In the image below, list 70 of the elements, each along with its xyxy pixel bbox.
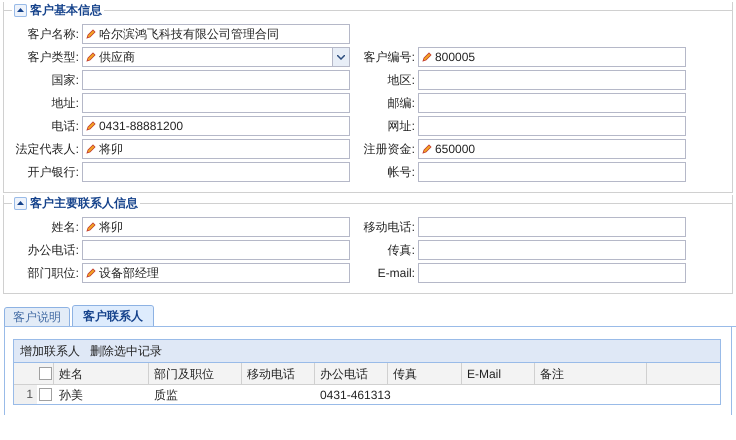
triangle-up-icon	[17, 201, 24, 205]
checkbox[interactable]	[39, 388, 52, 401]
field-label: 地区:	[386, 72, 416, 89]
input-field[interactable]: 0431-88881200	[82, 116, 350, 136]
input-field[interactable]	[82, 70, 350, 90]
pencil-icon	[86, 52, 96, 62]
collapse-button[interactable]	[14, 196, 27, 210]
field-label: 帐号:	[386, 164, 416, 181]
field-label: 地址:	[50, 95, 80, 112]
pencil-icon	[86, 268, 96, 278]
input-field[interactable]	[418, 116, 686, 136]
toolbar-button[interactable]: 增加联系人	[20, 342, 80, 360]
checkbox[interactable]	[38, 367, 52, 380]
column-header[interactable]: 办公电话	[315, 363, 388, 384]
input-field[interactable]	[418, 217, 686, 237]
input-field[interactable]	[82, 240, 350, 260]
column-header[interactable]: 部门及职位	[149, 363, 242, 384]
input-field[interactable]	[82, 93, 350, 113]
input-field[interactable]: 650000	[418, 139, 686, 159]
collapse-button[interactable]	[14, 4, 27, 16]
column-header[interactable]: 移动电话	[242, 363, 315, 384]
column-header[interactable]: 传真	[388, 363, 462, 384]
input-field[interactable]	[418, 240, 686, 260]
column-header[interactable]: E-Mail	[462, 363, 535, 384]
field-label: 传真:	[386, 242, 416, 259]
table-cell-text: 孙美	[59, 386, 83, 404]
pencil-icon	[422, 144, 432, 154]
column-header[interactable]: 姓名	[54, 363, 149, 384]
pencil-icon	[86, 29, 96, 39]
section-title: 客户主要联系人信息	[30, 195, 138, 212]
field-label: E-mail:	[376, 265, 416, 282]
chevron-down-icon	[337, 54, 345, 60]
table-cell-text: 质监	[154, 386, 178, 404]
field-label: 移动电话:	[362, 219, 416, 236]
toolbar-button[interactable]: 删除选中记录	[90, 342, 162, 360]
tab[interactable]: 客户说明	[4, 307, 70, 326]
input-field[interactable]: 将卯	[82, 217, 350, 237]
input-field[interactable]	[418, 162, 686, 182]
tab[interactable]: 客户联系人	[72, 305, 154, 326]
field-label: 姓名:	[50, 219, 80, 236]
input-field[interactable]: 设备部经理	[82, 263, 350, 283]
field-label: 客户名称:	[26, 26, 80, 43]
dropdown-field[interactable]: 供应商	[82, 47, 350, 67]
row-number: 1	[14, 385, 37, 404]
triangle-up-icon	[17, 8, 24, 12]
input-field[interactable]: 将卯	[82, 139, 350, 159]
field-label: 网址:	[386, 118, 416, 135]
pencil-icon	[86, 121, 96, 131]
pencil-icon	[422, 52, 432, 62]
field-label: 法定代表人:	[14, 141, 80, 158]
field-label: 电话:	[50, 118, 80, 135]
field-label: 客户编号:	[362, 49, 416, 66]
column-header[interactable]: 备注	[535, 363, 647, 384]
pencil-icon	[86, 222, 96, 232]
table-cell-text: 0431-461313	[320, 386, 391, 404]
input-field[interactable]	[418, 263, 686, 283]
input-field[interactable]: 哈尔滨鸿飞科技有限公司管理合同	[82, 24, 350, 44]
field-label: 部门职位:	[26, 265, 80, 282]
field-label: 国家:	[50, 72, 80, 89]
field-label: 邮编:	[386, 95, 416, 112]
section-title: 客户基本信息	[30, 2, 102, 19]
field-label: 客户类型:	[26, 49, 80, 66]
input-field[interactable]: 800005	[418, 47, 686, 67]
field-label: 注册资金:	[362, 141, 416, 158]
field-label: 办公电话:	[26, 242, 80, 259]
input-field[interactable]	[418, 93, 686, 113]
field-label: 开户银行:	[26, 164, 80, 181]
pencil-icon	[86, 144, 96, 154]
input-field[interactable]	[418, 70, 686, 90]
input-field[interactable]	[82, 162, 350, 182]
